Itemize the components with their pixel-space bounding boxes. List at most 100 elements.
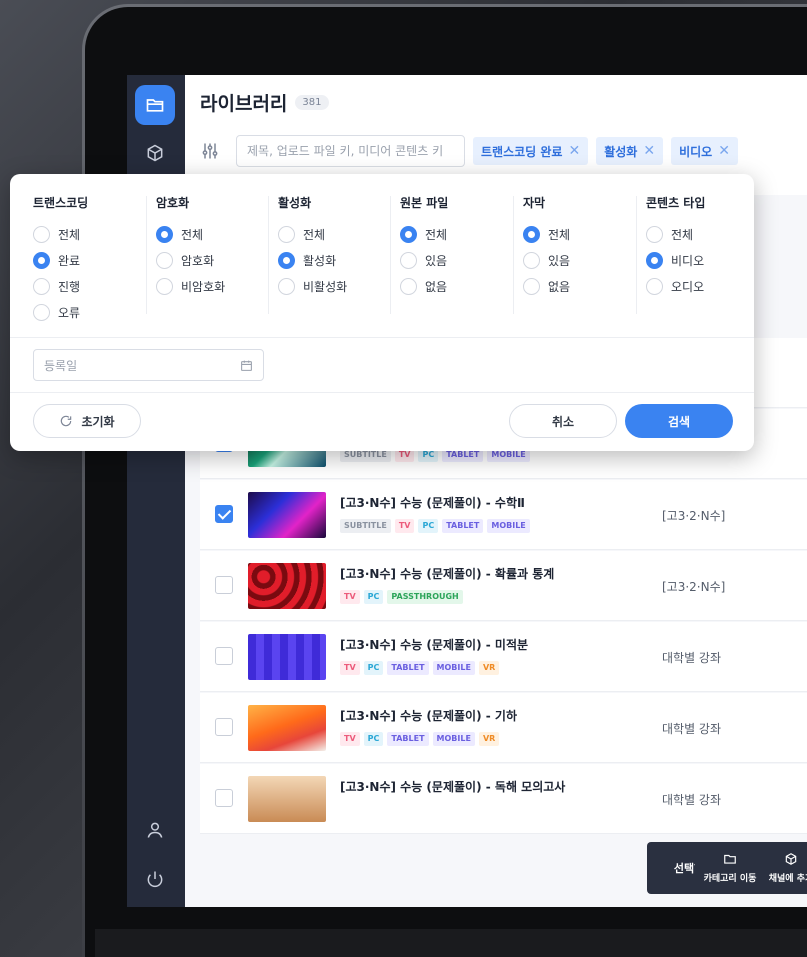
platform-tag: VR — [478, 661, 500, 675]
date-field[interactable]: 등록일 — [33, 349, 264, 381]
reset-button[interactable]: 초기화 — [33, 404, 141, 438]
radio-button[interactable] — [646, 225, 663, 243]
sidebar-box-button[interactable] — [135, 133, 175, 173]
chip-video[interactable]: 비디오 ✕ — [671, 137, 738, 165]
row-category: 대학별 강좌 — [662, 722, 722, 736]
filter-option-label: 전체 — [671, 227, 694, 242]
radio-button[interactable] — [278, 277, 295, 295]
filter-option-label: 비암호화 — [181, 279, 226, 294]
filter-option[interactable]: 전체 — [523, 221, 570, 247]
filter-option[interactable]: 오디오 — [646, 273, 705, 299]
filter-option-label: 전체 — [548, 227, 571, 242]
radio-button[interactable] — [523, 225, 540, 243]
row-checkbox[interactable] — [215, 576, 233, 594]
search-input[interactable] — [236, 135, 465, 167]
laptop-frame: 라이브러리 381 트랜스코딩 완료✕ 활성화✕ 비디오✕ [고3·N수] - … — [82, 4, 807, 957]
filter-option[interactable]: 없음 — [400, 273, 448, 299]
search-button[interactable]: 검색 — [625, 404, 733, 438]
radio-button[interactable] — [33, 303, 50, 321]
radio-button[interactable] — [400, 225, 417, 243]
filter-sliders-icon[interactable] — [200, 141, 220, 161]
close-icon[interactable]: ✕ — [643, 143, 655, 159]
radio-button[interactable] — [33, 225, 50, 243]
row-checkbox[interactable] — [215, 647, 233, 665]
radio-button[interactable] — [278, 225, 295, 243]
video-thumbnail[interactable] — [248, 776, 326, 822]
laptop-bottom — [95, 929, 807, 957]
row-title[interactable]: [고3·N수] 수능 (문제풀이) - 기하 — [340, 707, 517, 724]
radio-button[interactable] — [400, 251, 417, 269]
filter-group: 활성화 전체 활성화 비활성화 — [278, 194, 347, 299]
table-row[interactable]: [고3·N수] 수능 (문제풀이) - 기하 TV PC TABLET MOBILE VR… — [200, 693, 807, 763]
video-thumbnail[interactable] — [248, 563, 326, 609]
row-checkbox[interactable] — [215, 718, 233, 736]
filter-group-title: 원본 파일 — [400, 196, 449, 210]
filter-option[interactable]: 오류 — [33, 299, 88, 325]
filter-row: 트랜스코딩 완료 ✕ 활성화 ✕ 비디오 ✕ — [200, 135, 738, 167]
radio-button[interactable] — [400, 277, 417, 295]
filter-group: 콘텐츠 타입 전체 비디오 오디오 — [646, 194, 705, 299]
radio-button[interactable] — [156, 225, 173, 243]
filter-group: 트랜스코딩 전체 완료 진행 오류 — [33, 194, 88, 325]
power-icon — [147, 871, 163, 888]
radio-button[interactable] — [33, 251, 50, 269]
table-row[interactable]: [고3·N수] 수능 (문제풀이) - 미적분 TV PC TABLET MOBILE V… — [200, 622, 807, 692]
filter-option[interactable]: 비활성화 — [278, 273, 347, 299]
filter-option[interactable]: 전체 — [646, 221, 705, 247]
filter-option[interactable]: 전체 — [156, 221, 225, 247]
filter-option-label: 없음 — [548, 279, 571, 294]
sidebar-logout-button[interactable] — [135, 859, 175, 899]
filter-option[interactable]: 비암호화 — [156, 273, 225, 299]
row-checkbox[interactable] — [215, 505, 233, 523]
row-checkbox[interactable] — [215, 789, 233, 807]
filter-option[interactable]: 진행 — [33, 273, 88, 299]
chip-label: 트랜스코딩 완료 — [481, 144, 563, 159]
sidebar-profile-button[interactable] — [135, 810, 175, 850]
chip-active[interactable]: 활성화 ✕ — [596, 137, 664, 165]
sidebar-library-button[interactable] — [135, 85, 175, 125]
row-title[interactable]: [고3·N수] 수능 (문제풀이) - 확률과 통계 — [340, 565, 554, 582]
row-title[interactable]: [고3·N수] 수능 (문제풀이) - 미적분 — [340, 636, 528, 653]
table-row[interactable]: [고3·N수] 수능 (문제풀이) - 독해 모의고사 대학별 강좌 — [200, 764, 807, 834]
video-thumbnail[interactable] — [248, 492, 326, 538]
filter-option[interactable]: 활성화 — [278, 247, 347, 273]
filter-option[interactable]: 암호화 — [156, 247, 225, 273]
radio-button[interactable] — [523, 251, 540, 269]
filter-option[interactable]: 비디오 — [646, 247, 705, 273]
platform-tag: TABLET — [387, 661, 429, 675]
tag-list: TV PC TABLET MOBILE VR — [340, 732, 500, 746]
radio-button[interactable] — [278, 251, 295, 269]
divider — [10, 392, 754, 393]
radio-button[interactable] — [33, 277, 50, 295]
filter-option[interactable]: 전체 — [400, 221, 448, 247]
move-category-button[interactable]: 카테고리 이동 — [695, 842, 765, 894]
video-thumbnail[interactable] — [248, 634, 326, 680]
chip-transcoding[interactable]: 트랜스코딩 완료 ✕ — [473, 137, 589, 165]
filter-option[interactable]: 전체 — [278, 221, 347, 247]
radio-button[interactable] — [523, 277, 540, 295]
radio-button[interactable] — [646, 277, 663, 295]
filter-option[interactable]: 없음 — [523, 273, 570, 299]
row-title[interactable]: [고3·N수] 수능 (문제풀이) - 수학Ⅱ — [340, 494, 525, 511]
table-row[interactable]: [고3·N수] 수능 (문제풀이) - 수학Ⅱ SUBTITLE TV PC TABLE… — [200, 480, 807, 550]
platform-tag: TV — [340, 732, 360, 746]
calendar-icon[interactable] — [240, 359, 253, 372]
row-title[interactable]: [고3·N수] 수능 (문제풀이) - 독해 모의고사 — [340, 778, 565, 795]
table-row[interactable]: [고3·N수] 수능 (문제풀이) - 확률과 통계 TV PC PASSTHROUG… — [200, 551, 807, 621]
radio-button[interactable] — [646, 251, 663, 269]
close-icon[interactable]: ✕ — [718, 143, 730, 159]
filter-option[interactable]: 있음 — [400, 247, 448, 273]
radio-button[interactable] — [156, 277, 173, 295]
video-thumbnail[interactable] — [248, 705, 326, 751]
radio-button[interactable] — [156, 251, 173, 269]
filter-option[interactable]: 전체 — [33, 221, 88, 247]
filter-option[interactable]: 완료 — [33, 247, 88, 273]
folder-icon — [724, 854, 736, 864]
filter-option[interactable]: 있음 — [523, 247, 570, 273]
chip-label: 비디오 — [679, 144, 713, 159]
add-channel-button[interactable]: 채널에 추가 — [765, 842, 807, 894]
close-icon[interactable]: ✕ — [568, 143, 580, 159]
filter-group-title: 자막 — [523, 196, 546, 210]
cancel-button[interactable]: 취소 — [509, 404, 617, 438]
refresh-icon — [61, 415, 72, 427]
